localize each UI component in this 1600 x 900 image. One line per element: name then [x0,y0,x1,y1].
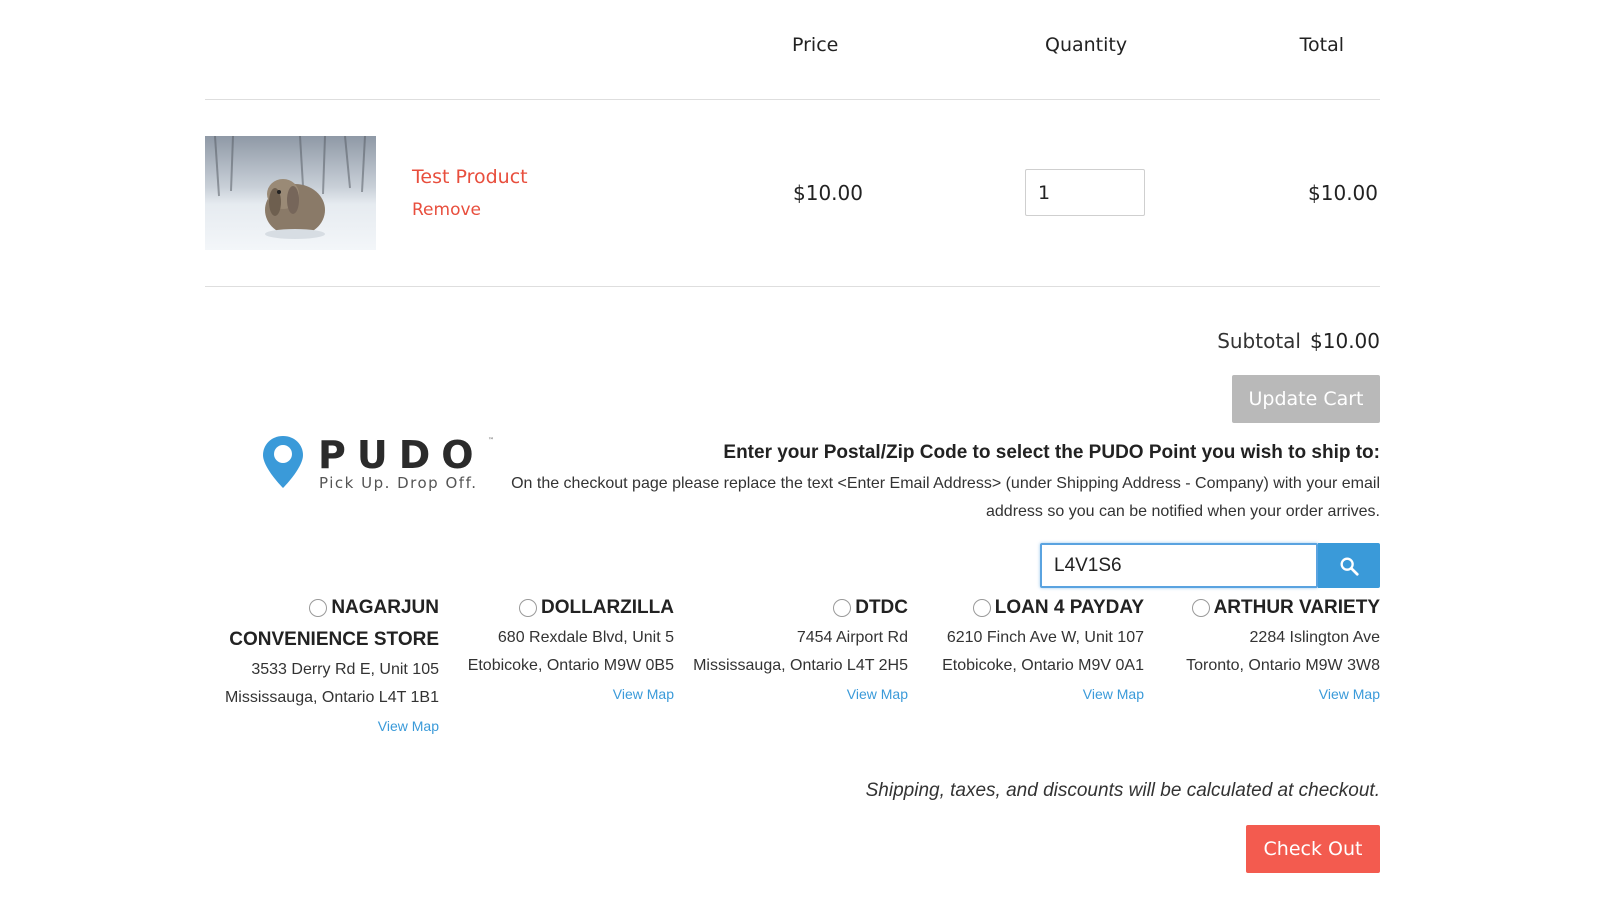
location-address-line2: Etobicoke, Ontario M9V 0A1 [942,657,1144,674]
shipping-note: Shipping, taxes, and discounts will be c… [865,780,1380,801]
pudo-location-5[interactable]: ARTHUR VARIETY 2284 Islington Ave Toront… [1155,592,1380,708]
header-divider [205,99,1380,100]
location-address-line2: Mississauga, Ontario L4T 1B1 [224,689,439,706]
location-name: ARTHUR VARIETY [1155,592,1380,624]
pudo-location-1[interactable]: NAGARJUN CONVENIENCE STORE 3533 Derry Rd… [199,592,439,740]
location-name: DTDC [678,592,908,624]
checkout-button[interactable]: Check Out [1246,825,1380,873]
row-divider [205,286,1380,287]
location-address-line2: Etobicoke, Ontario M9W 0B5 [467,657,674,674]
location-radio[interactable] [833,599,852,617]
pudo-location-3[interactable]: DTDC 7454 Airport Rd Mississauga, Ontari… [678,592,908,708]
location-address-line2: Mississauga, Ontario L4T 2H5 [693,657,908,674]
bunny-in-snow-image [205,136,376,250]
location-address-line1: 680 Rexdale Blvd, Unit 5 [497,629,674,646]
search-icon [1340,557,1359,576]
pudo-logo: PUDO ™ Pick Up. Drop Off. [262,433,502,498]
quantity-column-header: Quantity [1045,34,1128,56]
product-thumbnail[interactable] [205,136,376,250]
location-radio[interactable] [972,599,991,617]
location-address-line1: 3533 Derry Rd E, Unit 105 [251,661,439,678]
location-address-line2: Toronto, Ontario M9W 3W8 [1186,657,1380,674]
pudo-location-4[interactable]: LOAN 4 PAYDAY 6210 Finch Ave W, Unit 107… [919,592,1144,708]
price-column-header: Price [792,34,839,56]
location-address-line1: 2284 Islington Ave [1249,629,1380,646]
product-name-link[interactable]: Test Product [412,166,528,188]
location-radio[interactable] [519,599,538,617]
pudo-heading: Enter your Postal/Zip Code to select the… [723,442,1380,463]
svg-text:™: ™ [488,437,494,444]
location-radio[interactable] [1191,599,1210,617]
total-column-header: Total [1299,34,1344,56]
view-map-link[interactable]: View Map [613,680,674,708]
view-map-link[interactable]: View Map [847,680,908,708]
update-cart-button[interactable]: Update Cart [1232,375,1380,423]
location-name: LOAN 4 PAYDAY [919,592,1144,624]
item-total: $10.00 [1308,181,1378,205]
pudo-wordmark: PUDO [318,434,485,477]
subtotal-value: $10.00 [1310,329,1380,353]
postal-code-input[interactable] [1040,543,1318,588]
location-radio[interactable] [309,599,328,617]
view-map-link[interactable]: View Map [1083,680,1144,708]
map-pin-icon [263,436,303,488]
location-address-line1: 6210 Finch Ave W, Unit 107 [946,629,1144,646]
view-map-link[interactable]: View Map [1319,680,1380,708]
location-name: NAGARJUN [199,592,439,624]
location-name: DOLLARZILLA [449,592,674,624]
remove-item-link[interactable]: Remove [412,200,481,220]
view-map-link[interactable]: View Map [378,712,439,740]
subtotal-label: Subtotal [1217,329,1301,353]
pudo-instructions: On the checkout page please replace the … [511,475,1380,520]
location-name-cont: CONVENIENCE STORE [229,629,439,650]
location-address-line1: 7454 Airport Rd [796,629,908,646]
item-price: $10.00 [793,181,863,205]
quantity-input[interactable] [1025,169,1145,216]
pudo-tagline: Pick Up. Drop Off. [319,474,478,492]
postal-search-button[interactable] [1318,543,1380,588]
pudo-location-2[interactable]: DOLLARZILLA 680 Rexdale Blvd, Unit 5 Eto… [449,592,674,708]
